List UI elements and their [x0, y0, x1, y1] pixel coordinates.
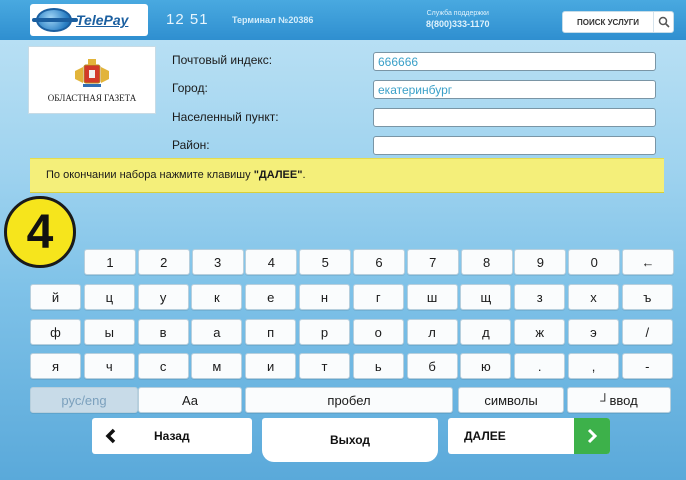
key-row1-8[interactable]: 9 [514, 249, 567, 275]
district-input[interactable] [373, 136, 656, 155]
chevron-right-icon [574, 418, 610, 454]
next-label: ДАЛЕЕ [464, 429, 506, 443]
key-row3-1[interactable]: ы [83, 319, 135, 345]
shift-key[interactable]: Аа [138, 387, 242, 413]
key-row2-2[interactable]: у [137, 284, 189, 310]
city-input[interactable]: екатеринбург [373, 80, 656, 99]
step-badge: 4 [4, 196, 76, 268]
key-row3-2[interactable]: в [137, 319, 189, 345]
exit-button[interactable]: Выход [262, 418, 438, 462]
key-row2-11[interactable]: ъ [621, 284, 673, 310]
provider-name: ОБЛАСТНАЯ ГАЗЕТА [47, 93, 137, 103]
key-row2-1[interactable]: ц [83, 284, 135, 310]
enter-key[interactable]: ┘ввод [567, 387, 671, 413]
support-phone: 8(800)333-1170 [426, 19, 490, 29]
key-row4-2[interactable]: с [137, 353, 189, 379]
key-row4-11[interactable]: - [621, 353, 673, 379]
key-row2-6[interactable]: г [352, 284, 404, 310]
clock: 12 51 [166, 11, 209, 28]
key-row1-6[interactable]: 7 [406, 249, 459, 275]
symbols-key[interactable]: символы [458, 387, 564, 413]
key-row3-10[interactable]: э [568, 319, 619, 345]
search-services-button[interactable]: ПОИСК УСЛУГИ [562, 11, 674, 33]
city-label: Город: [172, 81, 208, 95]
postal-code-label: Почтовый индекс: [172, 53, 273, 67]
key-row1-1[interactable]: 2 [137, 249, 190, 275]
key-row1-10[interactable]: ← [622, 249, 674, 275]
back-label: Назад [154, 429, 190, 443]
terminal-number: Терминал №20386 [232, 15, 314, 25]
key-row4-9[interactable]: . [514, 353, 566, 379]
district-label: Район: [172, 138, 210, 152]
coat-of-arms-icon [75, 59, 109, 87]
instruction-banner: По окончании набора нажмите клавишу "ДАЛ… [30, 158, 664, 193]
key-row4-5[interactable]: т [299, 353, 350, 379]
key-row3-6[interactable]: о [352, 319, 404, 345]
support-label: Служба поддержки [426, 10, 489, 17]
instruction-text: По окончании набора нажмите клавишу [46, 169, 254, 181]
key-row3-0[interactable]: ф [30, 319, 81, 345]
key-row2-10[interactable]: х [568, 284, 619, 310]
settlement-label: Населенный пункт: [172, 110, 279, 124]
key-row3-11[interactable]: / [621, 319, 673, 345]
language-toggle-key[interactable]: рус/eng [30, 387, 138, 413]
key-row2-8[interactable]: щ [460, 284, 512, 310]
key-row3-5[interactable]: р [299, 319, 350, 345]
key-row4-0[interactable]: я [30, 353, 81, 379]
logo-text: TelePay [76, 12, 129, 28]
search-services-label: ПОИСК УСЛУГИ [576, 17, 640, 27]
key-row4-4[interactable]: и [245, 353, 297, 379]
key-row2-9[interactable]: з [514, 284, 566, 310]
key-row2-7[interactable]: ш [406, 284, 458, 310]
key-row2-0[interactable]: й [30, 284, 81, 310]
support-info: Служба поддержки 8(800)333-1170 [426, 9, 490, 29]
instruction-end: . [302, 169, 306, 181]
key-row2-3[interactable]: к [191, 284, 243, 310]
key-row4-3[interactable]: м [191, 353, 243, 379]
telepay-logo: TelePay [30, 4, 148, 36]
key-row3-4[interactable]: п [245, 319, 297, 345]
key-row1-3[interactable]: 4 [245, 249, 298, 275]
key-row3-8[interactable]: д [460, 319, 512, 345]
key-row4-6[interactable]: ь [352, 353, 404, 379]
key-row1-7[interactable]: 8 [460, 249, 513, 275]
key-row3-7[interactable]: л [406, 319, 458, 345]
key-row2-4[interactable]: е [245, 284, 297, 310]
key-row2-5[interactable]: н [299, 284, 350, 310]
key-row1-9[interactable]: 0 [568, 249, 621, 275]
key-row4-8[interactable]: ю [460, 353, 512, 379]
space-key[interactable]: пробел [245, 387, 453, 413]
key-row1-0[interactable]: 1 [84, 249, 136, 275]
key-row4-7[interactable]: б [406, 353, 458, 379]
exit-label: Выход [329, 433, 371, 447]
instruction-emphasis: "ДАЛЕЕ" [253, 169, 303, 181]
key-row1-5[interactable]: 6 [353, 249, 405, 275]
key-row3-3[interactable]: а [191, 319, 243, 345]
back-button[interactable]: Назад [92, 418, 252, 454]
key-row1-2[interactable]: 3 [191, 249, 244, 275]
postal-code-input[interactable]: 666666 [373, 52, 656, 71]
next-button[interactable]: ДАЛЕЕ [448, 418, 610, 454]
provider-logo: ОБЛАСТНАЯ ГАЗЕТА [28, 46, 156, 114]
key-row4-10[interactable]: , [568, 353, 619, 379]
top-bar: TelePay 12 51 Терминал №20386 Служба под… [0, 0, 686, 40]
globe-icon [32, 8, 78, 32]
key-row3-9[interactable]: ж [514, 319, 566, 345]
chevron-left-icon [92, 418, 130, 454]
magnifier-icon [653, 12, 673, 32]
key-row1-4[interactable]: 5 [299, 249, 352, 275]
key-row4-1[interactable]: ч [83, 353, 135, 379]
settlement-input[interactable] [373, 108, 656, 127]
